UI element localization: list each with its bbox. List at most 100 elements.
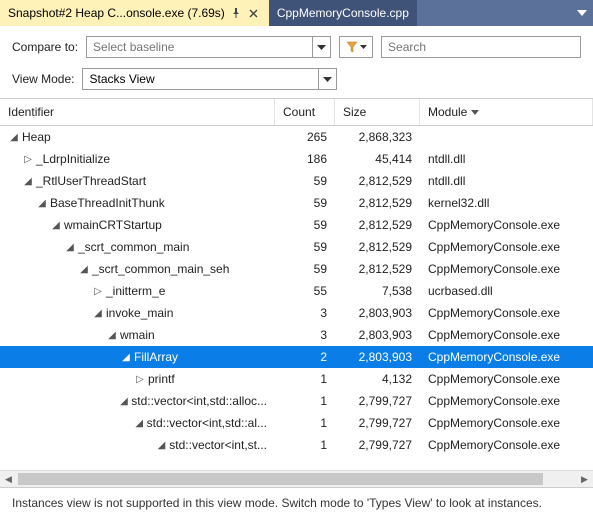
scroll-left-arrow[interactable]: ◀ — [0, 471, 17, 487]
table-row[interactable]: ◢wmain32,803,903CppMemoryConsole.exe — [0, 324, 593, 346]
table-row[interactable]: ◢_scrt_common_main592,812,529CppMemoryCo… — [0, 236, 593, 258]
identifier-label: _scrt_common_main — [78, 240, 189, 254]
cell-identifier: ◢wmain — [0, 328, 275, 342]
column-count[interactable]: Count — [275, 99, 335, 125]
collapse-icon[interactable]: ◢ — [92, 308, 104, 319]
collapse-icon[interactable]: ◢ — [50, 220, 62, 231]
tab-source-file[interactable]: CppMemoryConsole.cpp — [269, 0, 417, 26]
cell-module: CppMemoryConsole.exe — [420, 306, 593, 320]
collapse-icon[interactable]: ◢ — [156, 440, 168, 451]
identifier-label: Heap — [22, 130, 51, 144]
sort-indicator-icon — [471, 110, 479, 115]
status-text: Instances view is not supported in this … — [12, 496, 542, 510]
cell-count: 1 — [275, 394, 335, 408]
cell-count: 1 — [275, 416, 335, 430]
identifier-label: _scrt_common_main_seh — [92, 262, 229, 276]
expand-icon[interactable]: ▷ — [22, 154, 34, 165]
cell-count: 59 — [275, 240, 335, 254]
cell-identifier: ◢std::vector<int,std::al... — [0, 416, 275, 430]
table-row[interactable]: ◢Heap 2652,868,323 — [0, 126, 593, 148]
identifier-label: std::vector<int,st... — [169, 438, 267, 452]
compare-baseline-dropdown[interactable] — [86, 36, 331, 58]
cell-count: 186 — [275, 152, 335, 166]
identifier-label: std::vector<int,std::al... — [147, 416, 267, 430]
collapse-icon[interactable]: ◢ — [134, 418, 145, 429]
collapse-icon[interactable]: ◢ — [119, 396, 130, 407]
table-row[interactable]: ◢_scrt_common_main_seh592,812,529CppMemo… — [0, 258, 593, 280]
filter-button[interactable] — [339, 36, 373, 58]
horizontal-scrollbar[interactable]: ◀ ▶ — [0, 470, 593, 487]
compare-to-label: Compare to: — [12, 40, 78, 54]
toolbar-compare: Compare to: — [0, 26, 593, 64]
table-row[interactable]: ◢FillArray22,803,903CppMemoryConsole.exe — [0, 346, 593, 368]
collapse-icon[interactable]: ◢ — [36, 198, 48, 209]
collapse-icon[interactable]: ◢ — [120, 352, 132, 363]
tab-snapshot[interactable]: Snapshot#2 Heap C...onsole.exe (7.69s) — [0, 0, 269, 26]
cell-size: 2,799,727 — [335, 416, 420, 430]
table-row[interactable]: ◢std::vector<int,st...12,799,727CppMemor… — [0, 434, 593, 456]
cell-identifier: ◢BaseThreadInitThunk — [0, 196, 275, 210]
close-icon[interactable] — [247, 6, 261, 20]
table-row[interactable]: ◢BaseThreadInitThunk592,812,529kernel32.… — [0, 192, 593, 214]
identifier-label: FillArray — [134, 350, 178, 364]
collapse-icon[interactable]: ◢ — [64, 242, 76, 253]
column-size[interactable]: Size — [335, 99, 420, 125]
table-row[interactable]: ▷_initterm_e557,538ucrbased.dll — [0, 280, 593, 302]
cell-size: 2,803,903 — [335, 350, 420, 364]
cell-size: 2,812,529 — [335, 174, 420, 188]
cell-count: 1 — [275, 438, 335, 452]
panel-menu-dropdown[interactable] — [571, 0, 593, 26]
expand-icon[interactable]: ▷ — [92, 286, 104, 297]
cell-size: 2,812,529 — [335, 262, 420, 276]
cell-size: 2,812,529 — [335, 196, 420, 210]
pin-icon[interactable] — [229, 6, 243, 20]
viewmode-dropdown[interactable] — [82, 68, 337, 90]
cell-count: 2 — [275, 350, 335, 364]
cell-count: 59 — [275, 174, 335, 188]
identifier-label: invoke_main — [106, 306, 173, 320]
scroll-right-arrow[interactable]: ▶ — [576, 471, 593, 487]
cell-module: CppMemoryConsole.exe — [420, 416, 593, 430]
cell-identifier: ◢std::vector<int,std::alloc... — [0, 394, 275, 408]
cell-identifier: ◢_scrt_common_main — [0, 240, 275, 254]
scroll-thumb[interactable] — [18, 473, 543, 485]
column-module[interactable]: Module — [420, 99, 593, 125]
cell-size: 2,868,323 — [335, 130, 420, 144]
tab-label: Snapshot#2 Heap C...onsole.exe (7.69s) — [8, 6, 225, 20]
cell-module: ntdll.dll — [420, 174, 593, 188]
identifier-label: _RtlUserThreadStart — [36, 174, 146, 188]
chevron-down-icon[interactable] — [312, 37, 330, 57]
table-row[interactable]: ▷_LdrpInitialize18645,414ntdll.dll — [0, 148, 593, 170]
collapse-icon[interactable]: ◢ — [106, 330, 118, 341]
cell-size: 2,799,727 — [335, 438, 420, 452]
viewmode-value[interactable] — [83, 70, 318, 88]
compare-baseline-input[interactable] — [87, 38, 312, 56]
table-row[interactable]: ▷printf14,132CppMemoryConsole.exe — [0, 368, 593, 390]
cell-module: ntdll.dll — [420, 152, 593, 166]
collapse-icon[interactable]: ◢ — [8, 132, 20, 143]
cell-identifier: ◢_RtlUserThreadStart — [0, 174, 275, 188]
search-input[interactable] — [381, 36, 581, 58]
table-row[interactable]: ◢wmainCRTStartup592,812,529CppMemoryCons… — [0, 214, 593, 236]
cell-module: CppMemoryConsole.exe — [420, 394, 593, 408]
collapse-icon[interactable]: ◢ — [22, 176, 34, 187]
table-row[interactable]: ◢_RtlUserThreadStart592,812,529ntdll.dll — [0, 170, 593, 192]
column-identifier[interactable]: Identifier — [0, 99, 275, 125]
table-body[interactable]: ◢Heap2652,868,323▷_LdrpInitialize18645,4… — [0, 126, 593, 470]
cell-size: 4,132 — [335, 372, 420, 386]
cell-size: 2,812,529 — [335, 218, 420, 232]
cell-identifier: ◢invoke_main — [0, 306, 275, 320]
expand-icon[interactable]: ▷ — [134, 374, 146, 385]
viewmode-label: View Mode: — [12, 72, 74, 86]
chevron-down-icon[interactable] — [318, 69, 336, 89]
table-row[interactable]: ◢std::vector<int,std::al...12,799,727Cpp… — [0, 412, 593, 434]
collapse-icon[interactable]: ◢ — [78, 264, 90, 275]
cell-count: 59 — [275, 218, 335, 232]
cell-count: 265 — [275, 130, 335, 144]
identifier-label: std::vector<int,std::alloc... — [131, 394, 267, 408]
table-row[interactable]: ◢std::vector<int,std::alloc...12,799,727… — [0, 390, 593, 412]
table-row[interactable]: ◢invoke_main32,803,903CppMemoryConsole.e… — [0, 302, 593, 324]
cell-module: CppMemoryConsole.exe — [420, 328, 593, 342]
status-bar: Instances view is not supported in this … — [0, 487, 593, 518]
identifier-label: _LdrpInitialize — [36, 152, 110, 166]
